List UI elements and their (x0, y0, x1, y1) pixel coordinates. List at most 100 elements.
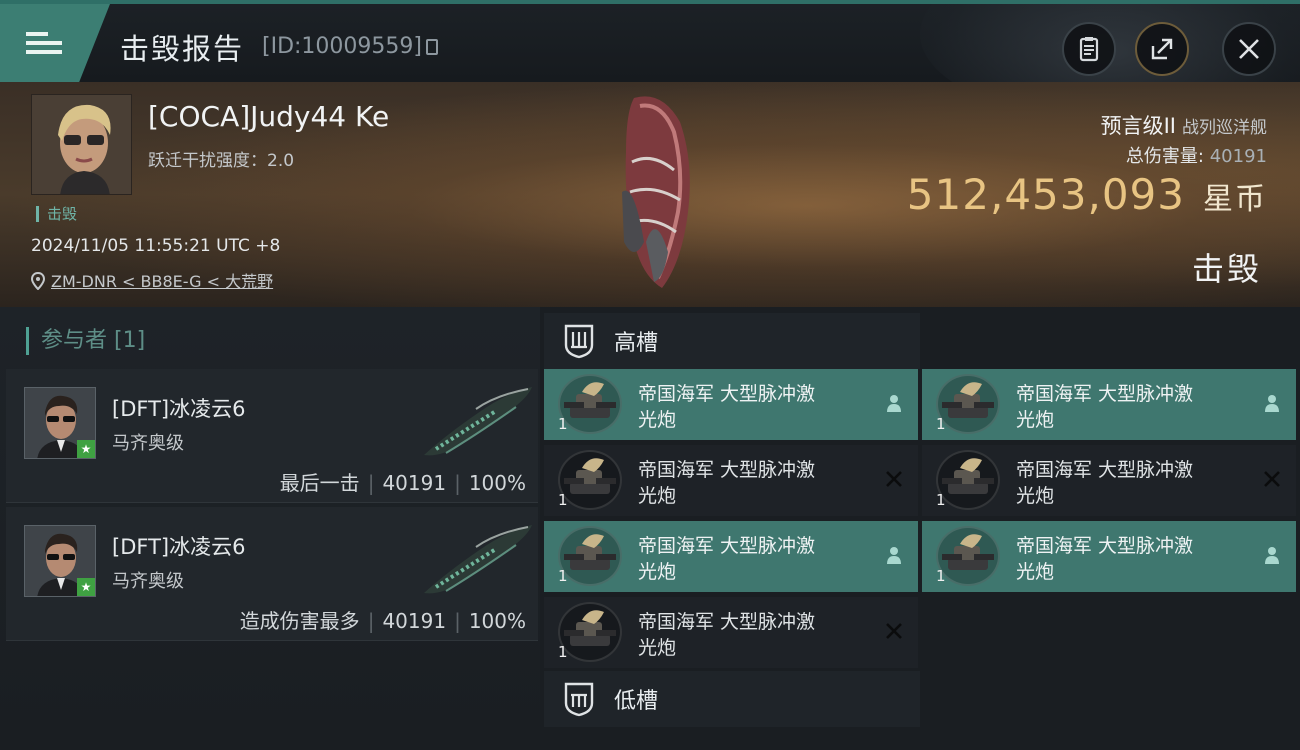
module-name-line2: 光炮 (1016, 561, 1055, 583)
module-name-line1: 帝国海军 大型脉冲激 (1016, 535, 1194, 557)
ship-class[interactable]: 预言级II 战列巡洋舰 (1101, 110, 1267, 140)
result-label: 击毁 (1191, 250, 1262, 288)
module-card[interactable]: 1 帝国海军 大型脉冲激 光炮 (922, 445, 1296, 516)
attacker-damage: 40191 (382, 471, 447, 495)
star-icon: ★ (77, 440, 95, 458)
module-quantity: 1 (936, 415, 946, 433)
laser-turret-icon (936, 374, 1000, 434)
high-slot-title: 高槽 (614, 331, 659, 356)
star-icon: ★ (77, 578, 95, 596)
module-card[interactable]: 1 帝国海军 大型脉冲激 光炮 (922, 369, 1296, 440)
module-card[interactable]: 1 帝国海军 大型脉冲激 光炮 (544, 597, 918, 668)
victim-ship-image[interactable] (604, 92, 704, 292)
victim-portrait-icon (32, 95, 131, 194)
attacker-tag: 最后一击 (279, 471, 360, 495)
high-slot-header: 高槽 (544, 313, 920, 369)
ship-type: 战列巡洋舰 (1182, 118, 1267, 138)
module-name-line2: 光炮 (1016, 485, 1055, 507)
laser-turret-icon (558, 526, 622, 586)
pilot-icon (1265, 395, 1279, 412)
attacker-percent: 100% (468, 471, 526, 495)
module-name: 帝国海军 大型脉冲激 光炮 (638, 609, 848, 661)
close-button[interactable] (1222, 22, 1276, 76)
victim-summary: [COCA]Judy44 Ke 跃迁干扰强度：2.0 击毁 2024/11/05… (0, 82, 1300, 307)
laser-turret-icon (936, 526, 1000, 586)
module-name-line1: 帝国海军 大型脉冲激 (1016, 459, 1194, 481)
module-quantity: 1 (558, 643, 568, 661)
clipboard-button[interactable] (1062, 22, 1116, 76)
total-damage-value: 40191 (1209, 146, 1267, 167)
attacker-name[interactable]: [DFT]冰凌云6 (112, 393, 245, 423)
attacker-name[interactable]: [DFT]冰凌云6 (112, 531, 245, 561)
module-card[interactable]: 1 帝国海军 大型脉冲激 光炮 (544, 521, 918, 592)
close-icon (1239, 39, 1259, 59)
kill-datetime: 2024/11/05 11:55:21 UTC +8 (31, 236, 281, 256)
module-name: 帝国海军 大型脉冲激 光炮 (1016, 533, 1226, 585)
module-quantity: 1 (936, 491, 946, 509)
share-icon (1151, 38, 1173, 60)
module-name: 帝国海军 大型脉冲激 光炮 (638, 533, 848, 585)
module-name-line1: 帝国海军 大型脉冲激 (638, 459, 816, 481)
laser-turret-icon (936, 450, 1000, 510)
pilot-icon (1265, 547, 1279, 564)
attacker-damage: 40191 (382, 609, 447, 633)
attacker-row[interactable]: ★ [DFT]冰凌云6 马齐奥级 最后一击 | 40191 | 100% (6, 369, 538, 503)
attacker-avatar[interactable]: ★ (24, 525, 96, 597)
attacker-ship-image[interactable] (416, 383, 536, 463)
module-name-line1: 帝国海军 大型脉冲激 (1016, 383, 1194, 405)
attacker-ship: 马齐奥级 (112, 433, 184, 454)
attacker-row[interactable]: ★ [DFT]冰凌云6 马齐奥级 造成伤害最多 | 40191 | 100% (6, 507, 538, 641)
report-id[interactable]: [ID:10009559] (262, 34, 438, 59)
shield-slot-icon (564, 682, 594, 717)
attacker-avatar[interactable]: ★ (24, 387, 96, 459)
clipboard-icon (1079, 37, 1099, 62)
page-title: 击毁报告 (120, 32, 245, 66)
attacker-percent: 100% (468, 609, 526, 633)
module-name: 帝国海军 大型脉冲激 光炮 (638, 381, 848, 433)
module-name-line1: 帝国海军 大型脉冲激 (638, 383, 816, 405)
module-name: 帝国海军 大型脉冲激 光炮 (1016, 457, 1226, 509)
module-name-line2: 光炮 (638, 561, 677, 583)
module-name-line2: 光炮 (638, 409, 677, 431)
laser-turret-icon (558, 450, 622, 510)
module-quantity: 1 (936, 567, 946, 585)
victim-name[interactable]: [COCA]Judy44 Ke (148, 100, 389, 133)
victim-avatar[interactable] (31, 94, 132, 195)
participants-title: 参与者 [1] (26, 327, 145, 355)
share-button[interactable] (1135, 22, 1189, 76)
module-quantity: 1 (558, 567, 568, 585)
pilot-icon (887, 395, 901, 412)
top-bar: 击毁报告 [ID:10009559] (0, 0, 1300, 82)
kill-location[interactable]: ZM-DNR < BB8E-G < 大荒野 (30, 268, 274, 292)
fitting-panel: 高槽 1 帝国海军 大型脉冲激 光炮 1 帝国海军 大型脉冲激 光炮 1 帝国海军 大型脉冲激… (540, 307, 1300, 750)
module-card[interactable]: 1 帝国海军 大型脉冲激 光炮 (544, 445, 918, 516)
location-pin-icon (30, 271, 46, 291)
ship-name: 预言级II (1100, 114, 1176, 138)
laser-turret-icon (558, 374, 622, 434)
copy-icon[interactable] (425, 39, 438, 55)
attacker-ship-image[interactable] (416, 521, 536, 601)
location-text: ZM-DNR < BB8E-G < 大荒野 (51, 272, 274, 291)
module-name: 帝国海军 大型脉冲激 光炮 (638, 457, 848, 509)
isk-unit: 星币 (1203, 182, 1267, 217)
x-icon (886, 471, 902, 487)
shield-slot-icon (564, 324, 594, 359)
status-tag: 击毁 (36, 206, 77, 222)
attacker-tag: 造成伤害最多 (239, 609, 360, 633)
low-slot-header: 低槽 (544, 671, 920, 727)
isk-value: 512,453,093 星币 (907, 170, 1267, 219)
x-icon (886, 623, 902, 639)
module-name-line1: 帝国海军 大型脉冲激 (638, 611, 816, 633)
jump-interference: 跃迁干扰强度：2.0 (148, 151, 295, 171)
laser-turret-icon (558, 602, 622, 662)
attacker-ship: 马齐奥级 (112, 571, 184, 592)
module-card[interactable]: 1 帝国海军 大型脉冲激 光炮 (544, 369, 918, 440)
module-name-line1: 帝国海军 大型脉冲激 (638, 535, 816, 557)
menu-button[interactable] (0, 4, 110, 82)
attacker-stats: 造成伤害最多 | 40191 | 100% (239, 609, 526, 633)
module-quantity: 1 (558, 415, 568, 433)
report-id-text: [ID:10009559] (262, 34, 422, 59)
module-name-line2: 光炮 (638, 637, 677, 659)
menu-icon (26, 27, 62, 59)
module-card[interactable]: 1 帝国海军 大型脉冲激 光炮 (922, 521, 1296, 592)
